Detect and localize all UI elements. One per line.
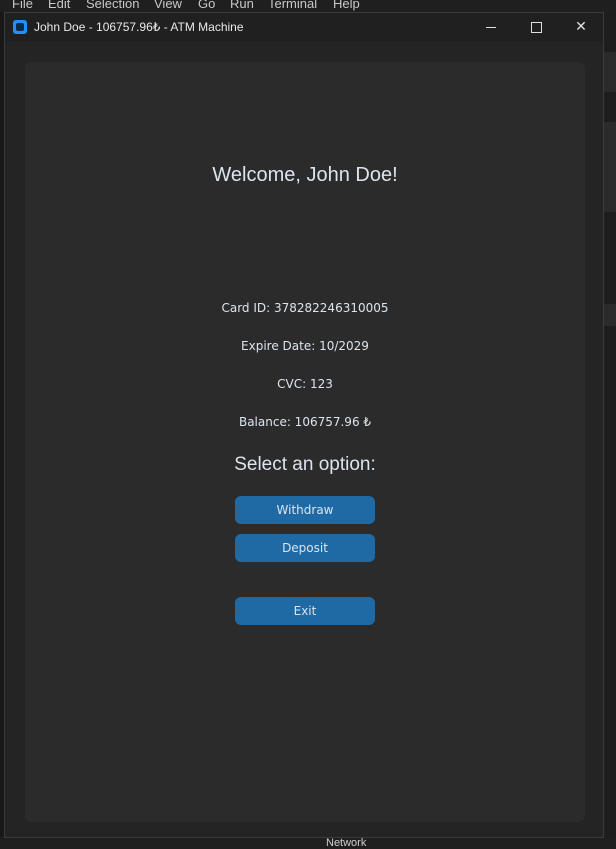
maximize-button[interactable]	[513, 13, 559, 42]
bg-menu-selection: Selection	[86, 0, 140, 11]
withdraw-button[interactable]: Withdraw	[235, 496, 375, 524]
background-menubar: File Edit Selection View Go Run Terminal…	[0, 0, 616, 12]
bg-menu-terminal: Terminal	[268, 0, 318, 11]
bg-menu-edit: Edit	[48, 0, 71, 11]
bg-menu-file: File	[12, 0, 33, 11]
main-panel: Welcome, John Doe! Card ID: 378282246310…	[25, 62, 585, 822]
bg-menu-run: Run	[230, 0, 254, 11]
close-button[interactable]: ✕	[558, 13, 604, 42]
bg-network-label: Network	[326, 837, 367, 849]
background-right-edge	[604, 12, 616, 849]
minimize-icon	[486, 27, 496, 28]
bg-menu-help: Help	[333, 0, 360, 11]
close-icon: ✕	[575, 19, 587, 35]
minimize-button[interactable]	[468, 13, 514, 42]
app-icon	[13, 20, 27, 34]
balance-label: Balance: 106757.96 ₺	[238, 415, 372, 429]
window-title: John Doe - 106757.96₺ - ATM Machine	[34, 20, 244, 34]
title-bar[interactable]: John Doe - 106757.96₺ - ATM Machine ✕	[5, 13, 603, 42]
bg-menu-go: Go	[198, 0, 216, 11]
maximize-icon	[531, 22, 542, 33]
select-option-heading: Select an option:	[234, 454, 376, 475]
welcome-heading: Welcome, John Doe!	[212, 164, 398, 186]
deposit-button[interactable]: Deposit	[235, 534, 375, 562]
card-id-label: Card ID: 378282246310005	[221, 301, 389, 315]
bg-menu-view: View	[154, 0, 182, 11]
expire-date-label: Expire Date: 10/2029	[241, 339, 369, 353]
cvc-label: CVC: 123	[277, 377, 333, 391]
atm-window: John Doe - 106757.96₺ - ATM Machine ✕ We…	[4, 12, 604, 838]
exit-button[interactable]: Exit	[235, 597, 375, 625]
